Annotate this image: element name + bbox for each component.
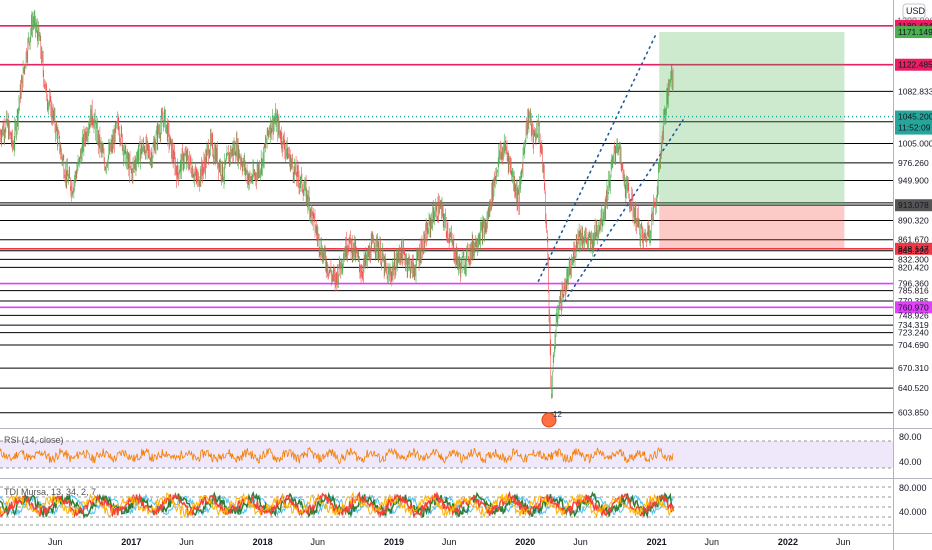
- level-label-19: 748.926: [898, 310, 929, 320]
- rsi-lower-tick: 40.00: [899, 457, 922, 467]
- level-label-6: 949.900: [898, 176, 929, 186]
- tdi-upper-tick: 80.000: [899, 483, 927, 493]
- currency-label: USD: [906, 6, 926, 16]
- level-label-2: 1082.833: [898, 86, 932, 96]
- long-position-tool[interactable]: [659, 32, 845, 249]
- price-axis[interactable]: USD 1200.000 1180.4341122.4851082.833103…: [895, 3, 932, 418]
- tdi-lower-tick: 40.000: [899, 507, 927, 517]
- countdown-label: 11:52:09: [898, 123, 931, 133]
- time-axis[interactable]: Jun 2017 Jun 2018 Jun 2019 Jun 2020 Jun 2021 Jun 20…: [48, 537, 850, 547]
- loss-zone: [659, 205, 845, 249]
- rsi-title: RSI (14, close): [4, 435, 64, 445]
- time-tick-12: Jun: [836, 537, 851, 547]
- level-label-25: 603.850: [898, 408, 929, 418]
- level-label-23: 670.310: [898, 363, 929, 373]
- time-tick-3: 2018: [253, 537, 273, 547]
- time-tick-5: 2019: [384, 537, 404, 547]
- time-tick-8: Jun: [573, 537, 588, 547]
- level-label-16: 785.816: [898, 286, 929, 296]
- level-label-4: 1005.000: [898, 139, 932, 149]
- time-tick-2: Jun: [179, 537, 194, 547]
- rsi-upper-tick: 80.00: [899, 432, 922, 442]
- time-tick-0: Jun: [48, 537, 63, 547]
- level-label-1: 1122.485: [898, 60, 932, 70]
- level-label-22: 704.690: [898, 340, 929, 350]
- level-label-5: 976.260: [898, 158, 929, 168]
- time-tick-11: 2022: [778, 537, 798, 547]
- level-label-24: 640.520: [898, 383, 929, 393]
- tdi-pane[interactable]: TDI Mursa, 13, 34, 2, 7 80.000 40.000: [0, 483, 927, 526]
- level-label-21: 723.240: [898, 328, 929, 338]
- time-tick-10: Jun: [705, 537, 720, 547]
- time-tick-6: Jun: [442, 537, 457, 547]
- current-price-label: 1045.200: [898, 112, 932, 122]
- level-label-8: 913.078: [898, 200, 929, 210]
- main-pane[interactable]: 12: [0, 0, 893, 428]
- profit-zone: [659, 32, 845, 206]
- time-tick-1: 2017: [121, 537, 141, 547]
- rsi-pane[interactable]: RSI (14, close) 80.00 40.00: [0, 432, 922, 469]
- level-label-14: 820.420: [898, 262, 929, 272]
- earnings-event-label: 12: [553, 410, 562, 419]
- time-tick-4: Jun: [311, 537, 326, 547]
- level-label-9: 890.320: [898, 215, 929, 225]
- chart: 12 RSI (14, close) 80.00 40.00 TDI Mursa…: [0, 0, 932, 550]
- time-tick-9: 2021: [647, 537, 667, 547]
- tdi-title: TDI Mursa, 13, 34, 2, 7: [4, 487, 96, 497]
- time-tick-7: 2020: [515, 537, 535, 547]
- take-profit-label: 1171.149: [898, 27, 932, 37]
